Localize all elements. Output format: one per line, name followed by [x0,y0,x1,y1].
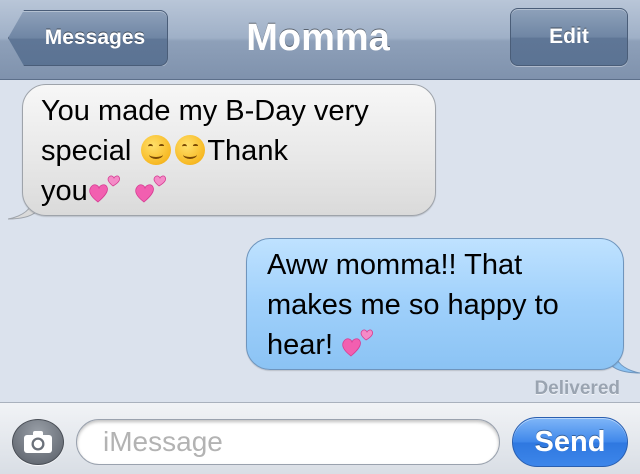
delivered-status: Delivered [534,378,620,399]
two-hearts-emoji-icon [89,175,120,203]
smiling-face-emoji-icon [175,135,206,165]
message-line: hear! [267,325,605,365]
smiling-face-emoji-icon [141,135,172,165]
message-line: Aww momma!! That [267,245,605,285]
messages-back-button[interactable]: Messages [8,10,168,66]
message-text: You made my B-Day very [41,95,369,127]
edit-button-label: Edit [549,25,589,48]
send-button-label: Send [534,425,606,458]
message-text: makes me so happy to [267,289,559,321]
message-line: You made my B-Day very [41,91,417,131]
message-text: Aww momma!! That [267,249,523,281]
conversation-title: Momma [246,17,390,59]
camera-icon [24,431,52,453]
message-line: special Thank [41,131,417,171]
two-hearts-emoji-icon [342,329,374,357]
two-hearts-emoji-icon [135,175,166,203]
message-composer: Send [0,402,640,474]
back-button-label: Messages [44,26,146,49]
message-text: you [41,175,88,207]
camera-button[interactable] [12,419,64,465]
edit-button[interactable]: Edit [510,8,628,66]
imessage-input[interactable] [76,419,500,465]
message-text: special [41,135,132,167]
navigation-bar: Messages Momma Edit [0,0,640,80]
incoming-message-bubble[interactable]: You made my B-Day very special Thank you [22,84,436,216]
message-line: makes me so happy to [267,285,605,325]
message-text: Thank [207,135,288,167]
message-line: you [41,171,417,211]
send-button[interactable]: Send [512,417,628,467]
message-text: hear! [267,329,334,361]
message-thread[interactable]: You made my B-Day very special Thank you… [0,80,640,402]
outgoing-message-bubble[interactable]: Aww momma!! That makes me so happy to he… [246,238,624,370]
